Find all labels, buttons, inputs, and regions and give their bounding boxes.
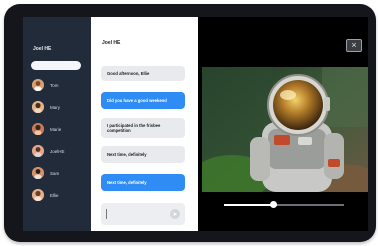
contacts-sidebar: Joel HE Tom Mary Marie JoelHE Sam Ellie [23, 17, 91, 231]
contact-item-marie[interactable]: Marie [32, 123, 87, 137]
contact-name: Mary [50, 105, 60, 110]
tablet-frame: Joel HE Tom Mary Marie JoelHE Sam Ellie … [4, 4, 376, 242]
message-bubble: Next time, definitely [101, 146, 185, 163]
text-caret [106, 209, 107, 219]
contact-name: Sam [50, 171, 60, 176]
contact-item-joelhe[interactable]: JoelHE [32, 145, 87, 159]
avatar [32, 167, 44, 179]
message-bubble: Next time, definitely [101, 174, 185, 191]
contact-item-tom[interactable]: Tom [32, 79, 87, 93]
astronaut-image [202, 67, 368, 192]
contact-name: JoelHE [50, 149, 65, 154]
avatar [32, 79, 44, 91]
close-icon[interactable]: × [346, 39, 362, 52]
contact-item-ellie[interactable]: Ellie [32, 189, 87, 203]
chat-title: Joel HE [102, 40, 121, 46]
video-frame[interactable] [202, 67, 368, 192]
avatar [32, 123, 44, 135]
contact-item-sam[interactable]: Sam [32, 167, 87, 181]
avatar [32, 189, 44, 201]
seek-progress [224, 204, 274, 206]
avatar [32, 101, 44, 113]
avatar [32, 145, 44, 157]
contact-name: Tom [50, 83, 59, 88]
contact-item-mary[interactable]: Mary [32, 101, 87, 115]
contact-name: Marie [50, 127, 62, 132]
app-screen: Joel HE Tom Mary Marie JoelHE Sam Ellie … [23, 17, 368, 231]
message-bubble: Good afternoon, Ellie [101, 66, 185, 81]
chat-panel: Joel HE Good afternoon, Ellie Did you ha… [91, 17, 198, 231]
video-player: × [198, 17, 368, 231]
seek-bar[interactable] [224, 201, 344, 208]
message-bubble: I participated in the frisbee competitio… [101, 118, 185, 138]
search-input[interactable] [31, 61, 81, 70]
current-user-name: Joel HE [33, 46, 52, 52]
send-icon[interactable]: ➤ [170, 209, 180, 219]
message-bubble: Did you have a good weekend [101, 92, 185, 109]
seek-handle[interactable] [270, 201, 278, 208]
contact-name: Ellie [50, 193, 59, 198]
message-input[interactable]: ➤ [101, 203, 185, 225]
